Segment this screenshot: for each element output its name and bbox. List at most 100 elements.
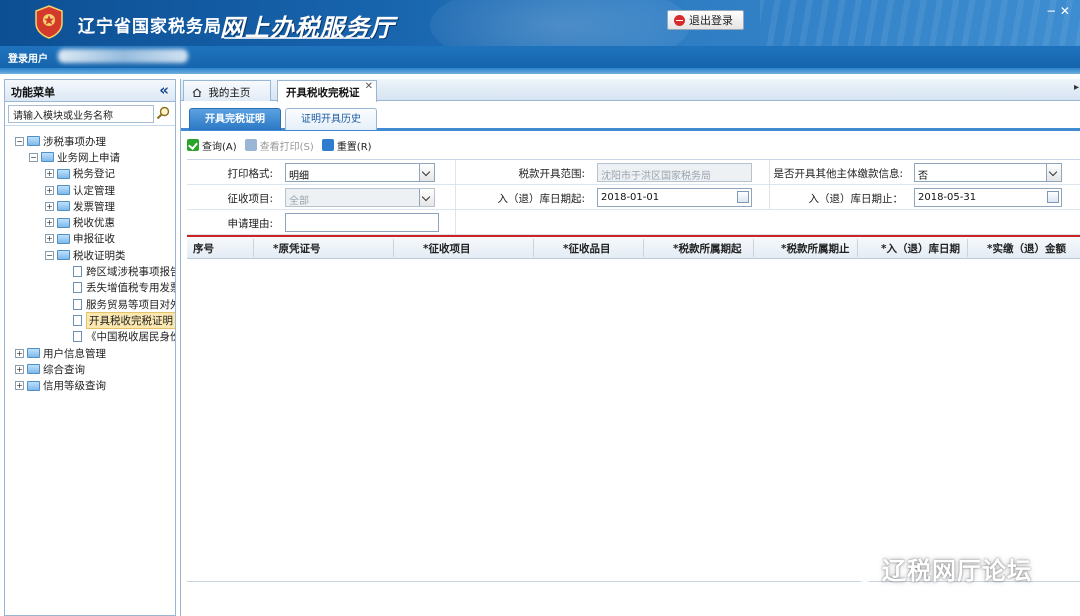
toolbar: 查询(A) 查看打印(S) 重置(R) [187,135,380,155]
print-format-select[interactable]: 明细 [285,163,435,182]
expand-icon[interactable]: + [45,234,54,244]
collapse-icon[interactable]: − [45,250,54,260]
sidebar-item-label: 涉税事项办理 [43,135,106,148]
grid-column-header[interactable]: *原凭证号 [273,241,321,256]
sub-tab-bar: 开具完税证明 证明开具历史 [181,106,1080,131]
sidebar-item[interactable]: 《中国税收居民身份 [5,329,175,345]
window-controls[interactable]: − ✕ [1046,4,1070,18]
grid-column-header[interactable]: *入（退）库日期 [881,241,960,256]
folder-icon [57,233,70,244]
grid-column-header[interactable]: *税款所属期起 [673,241,742,256]
sidebar-item[interactable]: − 业务网上申请 [5,149,175,165]
sidebar-item[interactable]: + 税务登记 [5,166,175,182]
grid-column-header[interactable]: 序号 [193,241,214,256]
calendar-icon[interactable] [1047,191,1059,203]
column-divider [455,185,456,210]
agency-name: 辽宁省国家税务局 [78,17,222,37]
date-to-value: 2018-05-31 [918,192,977,203]
query-button[interactable]: 查询(A) [187,138,237,153]
logout-label: 退出登录 [689,14,733,27]
reset-button[interactable]: 重置(R) [321,138,372,153]
date-to-input[interactable]: 2018-05-31 [914,188,1062,207]
tax-emblem-icon [35,5,63,39]
redacted-username [58,49,188,63]
sidebar-item[interactable]: 开具税收完税证明（ [5,312,175,329]
sidebar-item[interactable]: − 涉税事项办理 [5,133,175,149]
date-from-input[interactable]: 2018-01-01 [597,188,752,207]
grid-column-header[interactable]: *税款所属期止 [781,241,850,256]
tax-scope-value: 沈阳市于洪区国家税务局 [601,171,711,182]
wechat-icon [842,555,876,582]
print-icon [244,139,257,151]
sidebar-title: 功能菜单 [11,86,55,99]
document-icon [73,331,82,343]
grid-column-header[interactable]: *征收品目 [563,241,611,256]
expand-icon[interactable]: + [45,169,54,179]
main-panel: 我的主页 开具税收完税证 ✕ ▸ 开具完税证明 证明开具历史 查询(A) 查看打… [180,79,1080,616]
sidebar-item[interactable]: + 综合查询 [5,361,175,377]
tab-tax-certificate[interactable]: 开具税收完税证 ✕ [277,80,377,102]
sidebar-item-label: 丢失增值税专用发票 [86,282,175,295]
chevron-down-icon [1046,164,1061,181]
grid-column-divider [393,239,394,257]
collapse-icon[interactable]: − [15,136,24,146]
sidebar-search [5,102,175,126]
levy-item-value: 全部 [289,196,309,207]
sidebar-item-label: 信用等级查询 [43,380,106,393]
grid-column-divider [857,239,858,257]
collapse-icon[interactable]: − [29,152,38,162]
expand-icon[interactable]: + [45,185,54,195]
folder-icon [27,380,40,391]
date-to-label: 入（退）库日期止： [808,193,904,205]
login-user-label: 登录用户 [8,54,48,65]
reason-input[interactable] [285,213,439,232]
other-entity-select[interactable]: 否 [914,163,1062,182]
subtab-issue-certificate[interactable]: 开具完税证明 [189,108,281,130]
tab-strip: 我的主页 开具税收完税证 ✕ ▸ [181,79,1080,102]
grid-column-divider [253,239,254,257]
sidebar-item-label: 开具税收完税证明（ [86,312,175,329]
close-tab-icon[interactable]: ✕ [365,81,373,92]
folder-icon [27,348,40,358]
expand-icon[interactable]: + [15,364,24,374]
query-label: 查询(A) [202,141,237,153]
search-icon[interactable] [156,106,170,120]
view-print-button[interactable]: 查看打印(S) [244,138,314,153]
sidebar-item[interactable]: − 税收证明类 [5,247,175,263]
grid-column-divider [967,239,968,257]
sidebar-item[interactable]: 服务贸易等项目对外 [5,296,175,312]
calendar-icon[interactable] [737,191,749,203]
folder-icon [57,217,70,228]
logout-button[interactable]: 退出登录 [667,10,744,30]
date-from-value: 2018-01-01 [601,192,660,203]
expand-icon[interactable]: + [45,201,54,211]
grid-column-header[interactable]: *征收项目 [423,241,471,256]
sidebar-item-label: 跨区域涉税事项报告 [86,266,175,279]
sidebar-item[interactable]: 丢失增值税专用发票 [5,280,175,296]
form-row-2: 征收项目: 全部 入（退）库日期起: 2018-01-01 入（退）库日期止： … [187,185,1080,210]
folder-icon [41,152,54,163]
chevron-down-icon [419,189,434,206]
expand-icon[interactable]: + [15,381,24,391]
sidebar-item-label: 认定管理 [73,184,115,197]
module-search-input[interactable] [8,105,154,123]
sidebar-item[interactable]: + 用户信息管理 [5,345,175,361]
form-row-1: 打印格式: 明细 税款开具范围: 沈阳市于洪区国家税务局 是否开具其他主体缴款信… [187,160,1080,185]
sidebar-item[interactable]: + 申报征收 [5,231,175,247]
grid-column-header[interactable]: *实缴（退）金额 [987,241,1066,256]
document-icon [73,282,82,294]
subtab-certificate-history[interactable]: 证明开具历史 [285,108,377,130]
expand-icon[interactable]: + [15,348,24,358]
tab-scroll-right-icon[interactable]: ▸ [1074,82,1079,93]
sidebar-item[interactable]: + 认定管理 [5,182,175,198]
expand-icon[interactable]: + [45,218,54,228]
tab-home[interactable]: 我的主页 [183,80,271,101]
collapse-sidebar-button[interactable]: « [159,81,169,99]
sidebar-item[interactable]: + 税收优惠 [5,214,175,230]
sidebar-item[interactable]: + 发票管理 [5,198,175,214]
reset-icon [321,139,334,151]
sidebar-item-label: 用户信息管理 [43,347,106,360]
sidebar-item[interactable]: + 信用等级查询 [5,377,175,393]
sidebar-item[interactable]: 跨区域涉税事项报告 [5,263,175,279]
function-menu-panel: 功能菜单 « −涉税事项办理−业务网上申请+税务登记+认定管理+发票管理+税收优… [4,79,176,616]
